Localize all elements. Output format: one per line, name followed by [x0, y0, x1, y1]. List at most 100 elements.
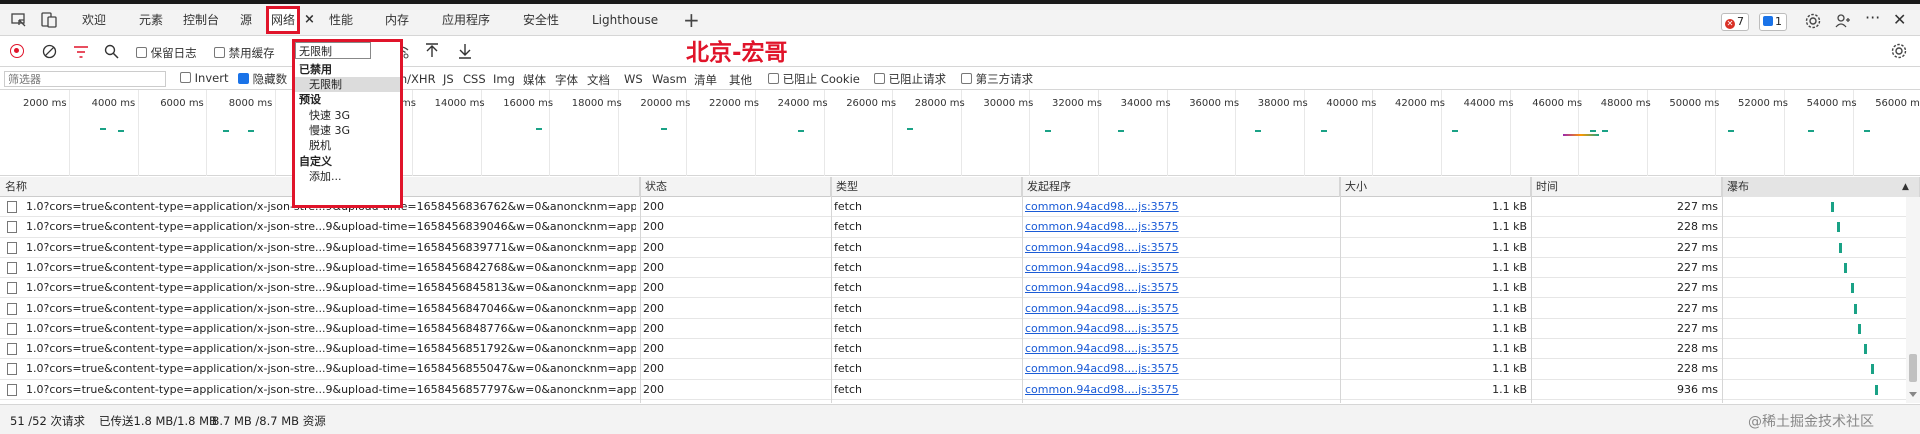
type-filter-img[interactable]: Img	[493, 72, 515, 86]
menu-item-offline[interactable]: 脱机	[295, 138, 400, 153]
request-initiator-link[interactable]: common.94acd98....js:3575	[1025, 238, 1325, 258]
record-icon[interactable]	[10, 44, 24, 58]
table-row[interactable]: 1.0?cors=true&content-type=application/x…	[0, 359, 1906, 380]
request-name[interactable]: 1.0?cors=true&content-type=application/x…	[26, 278, 636, 298]
tab-memory[interactable]: 内存	[385, 4, 409, 36]
inspect-element-icon[interactable]	[10, 11, 28, 29]
more-options-icon[interactable]: ···	[1865, 2, 1880, 34]
tab-console[interactable]: 控制台	[183, 4, 219, 36]
table-row[interactable]: 1.0?cors=true&content-type=application/x…	[0, 379, 1906, 400]
table-row[interactable]: 1.0?cors=true&content-type=application/x…	[0, 298, 1906, 319]
column-size-header[interactable]: 大小	[1340, 177, 1531, 197]
column-waterfall-header[interactable]: 瀑布 ▲	[1722, 177, 1920, 197]
clear-icon[interactable]	[42, 44, 57, 62]
menu-item-no-throttle[interactable]: 无限制	[295, 77, 400, 92]
preserve-log-box[interactable]	[136, 47, 147, 58]
preserve-log-checkbox[interactable]: 保留日志	[136, 45, 197, 61]
tab-security[interactable]: 安全性	[523, 4, 559, 36]
import-har-icon[interactable]	[424, 43, 440, 62]
request-initiator-link[interactable]: common.94acd98....js:3575	[1025, 319, 1325, 339]
scroll-down-icon[interactable]	[1909, 392, 1917, 397]
request-initiator-link[interactable]: common.94acd98....js:3575	[1025, 258, 1325, 278]
filter-input[interactable]	[4, 71, 166, 87]
third-party-checkbox[interactable]: 第三方请求	[961, 71, 1033, 87]
close-devtools-icon[interactable]: ✕	[1893, 4, 1906, 36]
request-name[interactable]: 1.0?cors=true&content-type=application/x…	[26, 217, 636, 237]
search-icon[interactable]	[104, 44, 119, 62]
invert-box[interactable]	[180, 72, 191, 83]
tab-application[interactable]: 应用程序	[442, 4, 490, 36]
tab-elements[interactable]: 元素	[139, 4, 163, 36]
table-row[interactable]: 1.0?cors=true&content-type=application/x…	[0, 237, 1906, 258]
blocked-requests-checkbox[interactable]: 已阻止请求	[874, 71, 946, 87]
device-toolbar-icon[interactable]	[40, 11, 58, 29]
type-filter-js[interactable]: JS	[443, 72, 454, 86]
sort-ascending-icon[interactable]: ▲	[1902, 177, 1909, 197]
request-initiator-link[interactable]: common.94acd98....js:3575	[1025, 299, 1325, 319]
column-initiator-header[interactable]: 发起程序	[1022, 177, 1340, 197]
blocked-cookies-box[interactable]	[768, 73, 779, 84]
tab-lighthouse[interactable]: Lighthouse	[592, 4, 658, 36]
type-filter-wasm[interactable]: Wasm	[652, 72, 687, 86]
request-name[interactable]: 1.0?cors=true&content-type=application/x…	[26, 319, 636, 339]
type-filter-css[interactable]: CSS	[463, 72, 486, 86]
column-type-header[interactable]: 类型	[831, 177, 1022, 197]
scrollbar-thumb[interactable]	[1909, 354, 1917, 382]
type-filter-font[interactable]: 字体	[555, 72, 578, 88]
column-time-header[interactable]: 时间	[1531, 177, 1722, 197]
settings-gear-icon[interactable]	[1804, 12, 1822, 30]
request-name[interactable]: 1.0?cors=true&content-type=application/x…	[26, 258, 636, 278]
waterfall-bar	[1875, 384, 1879, 395]
network-settings-gear-icon[interactable]	[1890, 42, 1908, 60]
disable-cache-checkbox[interactable]: 禁用缓存	[214, 45, 275, 61]
disable-cache-box[interactable]	[214, 47, 225, 58]
type-filter-manifest[interactable]: 清单	[694, 72, 717, 88]
document-icon	[7, 261, 17, 274]
hide-data-urls-checkbox[interactable]: 隐藏数	[238, 71, 287, 87]
invert-checkbox[interactable]: Invert	[180, 71, 228, 85]
user-feedback-icon[interactable]	[1834, 12, 1852, 30]
error-count-badge[interactable]: ✕ 7	[1721, 13, 1749, 31]
hide-data-urls-box[interactable]	[238, 73, 249, 84]
request-name[interactable]: 1.0?cors=true&content-type=application/x…	[26, 299, 636, 319]
request-name[interactable]: 1.0?cors=true&content-type=application/x…	[26, 238, 636, 258]
type-filter-other[interactable]: 其他	[729, 72, 752, 88]
menu-item-fast-3g[interactable]: 快速 3G	[295, 108, 400, 123]
table-row[interactable]: 1.0?cors=true&content-type=application/x…	[0, 339, 1906, 360]
type-filter-media[interactable]: 媒体	[523, 72, 546, 88]
export-har-icon[interactable]	[457, 43, 473, 62]
filter-icon[interactable]	[73, 45, 89, 62]
add-tab-icon[interactable]: +	[683, 4, 700, 36]
table-scrollbar[interactable]	[1906, 197, 1920, 403]
column-status-header[interactable]: 状态	[640, 177, 831, 197]
table-row[interactable]: 1.0?cors=true&content-type=application/x…	[0, 257, 1906, 279]
message-count-badge[interactable]: 1	[1759, 13, 1787, 31]
request-initiator-link[interactable]: common.94acd98....js:3575	[1025, 278, 1325, 298]
tab-performance[interactable]: 性能	[329, 4, 353, 36]
request-initiator-link[interactable]: common.94acd98....js:3575	[1025, 197, 1325, 217]
request-name[interactable]: 1.0?cors=true&content-type=application/x…	[26, 359, 636, 379]
menu-item-add-custom[interactable]: 添加...	[295, 169, 400, 184]
third-party-box[interactable]	[961, 73, 972, 84]
request-initiator-link[interactable]: common.94acd98....js:3575	[1025, 359, 1325, 379]
request-initiator-link[interactable]: common.94acd98....js:3575	[1025, 217, 1325, 237]
blocked-cookies-checkbox[interactable]: 已阻止 Cookie	[768, 71, 860, 87]
request-name[interactable]: 1.0?cors=true&content-type=application/x…	[26, 339, 636, 359]
tab-welcome[interactable]: 欢迎	[82, 4, 106, 36]
tab-network[interactable]: 网络	[266, 6, 301, 34]
table-row[interactable]: 1.0?cors=true&content-type=application/x…	[0, 197, 1906, 218]
request-name[interactable]: 1.0?cors=true&content-type=application/x…	[26, 380, 636, 400]
close-tab-icon[interactable]: ×	[304, 4, 315, 36]
menu-item-slow-3g[interactable]: 慢速 3G	[295, 123, 400, 138]
table-row[interactable]: 1.0?cors=true&content-type=application/x…	[0, 217, 1906, 238]
type-filter-doc[interactable]: 文档	[587, 72, 610, 88]
type-filter-ws[interactable]: WS	[624, 72, 643, 86]
throttle-select[interactable]: 无限制	[295, 42, 371, 59]
table-row[interactable]: 1.0?cors=true&content-type=application/x…	[0, 318, 1906, 340]
request-initiator-link[interactable]: common.94acd98....js:3575	[1025, 380, 1325, 400]
request-initiator-link[interactable]: common.94acd98....js:3575	[1025, 339, 1325, 359]
blocked-requests-box[interactable]	[874, 73, 885, 84]
table-row[interactable]: 1.0?cors=true&content-type=application/x…	[0, 278, 1906, 299]
tab-sources[interactable]: 源	[240, 4, 252, 36]
network-overview-timeline[interactable]: 2000 ms4000 ms6000 ms8000 ms12000 ms1400…	[0, 90, 1920, 176]
